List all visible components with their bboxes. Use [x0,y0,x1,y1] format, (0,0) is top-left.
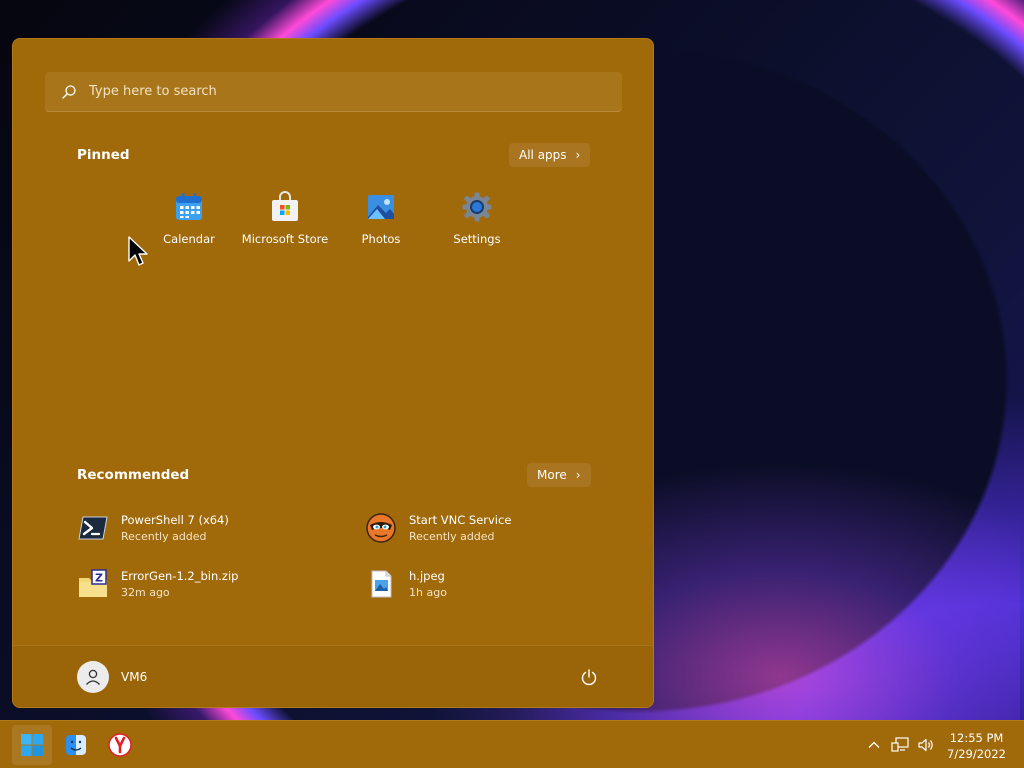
pinned-app-photos[interactable]: Photos [333,185,429,257]
user-name: VM6 [121,670,148,684]
speaker-icon [918,738,933,752]
clock-date: 7/29/2022 [947,747,1006,761]
show-hidden-icons-button[interactable] [864,735,884,755]
recommended-item-powershell[interactable]: PowerShell 7 (x64) Recently added [77,508,229,548]
recommended-item-subtitle: 32m ago [121,586,170,599]
clock-button[interactable]: 12:55 PM 7/29/2022 [947,730,1006,762]
recommended-item-name: ErrorGen-1.2_bin.zip [121,569,239,583]
finder-icon [66,735,86,755]
recommended-item-subtitle: Recently added [409,530,495,543]
yandex-browser-icon [108,733,132,757]
clock-time: 12:55 PM [949,731,1004,745]
recommended-item-errorgen-zip[interactable]: Z ErrorGen-1.2_bin.zip 32m ago [77,564,238,604]
pinned-app-calendar[interactable]: Calendar [141,185,237,257]
more-label: More [537,468,567,482]
more-button[interactable]: More › [527,463,591,487]
user-icon [86,669,100,685]
store-icon [272,191,298,221]
recommended-item-h-jpeg[interactable]: h.jpeg 1h ago [365,564,447,604]
taskbar-app-finder[interactable] [56,725,96,765]
zip-file-icon: Z [79,569,107,597]
start-menu: Pinned All apps › Calendar Micros [12,38,654,708]
search-icon [62,84,76,99]
network-icon [891,737,909,752]
pinned-app-label: Microsoft Store [241,232,329,246]
taskbar: 12:55 PM 7/29/2022 [0,720,1024,768]
pinned-title: Pinned [77,147,130,163]
pinned-app-settings[interactable]: Settings [429,185,525,257]
image-file-icon [371,570,392,598]
network-status-button[interactable] [890,735,910,755]
calendar-icon [176,193,202,220]
all-apps-label: All apps [519,148,567,162]
pinned-app-label: Calendar [163,232,215,246]
recommended-item-name: h.jpeg [409,569,445,583]
chevron-right-icon: › [575,468,581,482]
pinned-app-microsoft-store[interactable]: Microsoft Store [237,185,333,257]
recommended-item-subtitle: Recently added [121,530,207,543]
powershell-icon [78,516,108,540]
chevron-up-icon [868,741,880,748]
gear-icon [462,192,492,222]
photos-icon [368,195,394,219]
svg-text:Z: Z [95,572,103,585]
pinned-app-label: Settings [453,232,501,246]
search-box[interactable] [45,72,622,112]
volume-button[interactable] [916,735,936,755]
recommended-item-name: PowerShell 7 (x64) [121,513,229,527]
recommended-item-name: Start VNC Service [409,513,512,527]
windows-start-icon [21,734,43,756]
recommended-item-subtitle: 1h ago [409,586,447,599]
all-apps-button[interactable]: All apps › [509,143,591,167]
pinned-app-label: Photos [361,232,401,246]
start-button[interactable] [12,725,52,765]
user-account-button[interactable]: VM6 [77,660,147,694]
recommended-title: Recommended [77,467,190,483]
start-menu-footer: VM6 [13,645,653,707]
power-button[interactable] [577,665,601,689]
power-icon [581,669,597,686]
vnc-icon [366,513,396,543]
avatar [77,661,109,693]
mouse-cursor-icon [128,236,148,266]
chevron-right-icon: › [575,148,581,162]
search-input[interactable] [89,84,589,99]
taskbar-app-yandex-browser[interactable] [100,725,140,765]
recommended-item-vnc[interactable]: Start VNC Service Recently added [365,508,511,548]
